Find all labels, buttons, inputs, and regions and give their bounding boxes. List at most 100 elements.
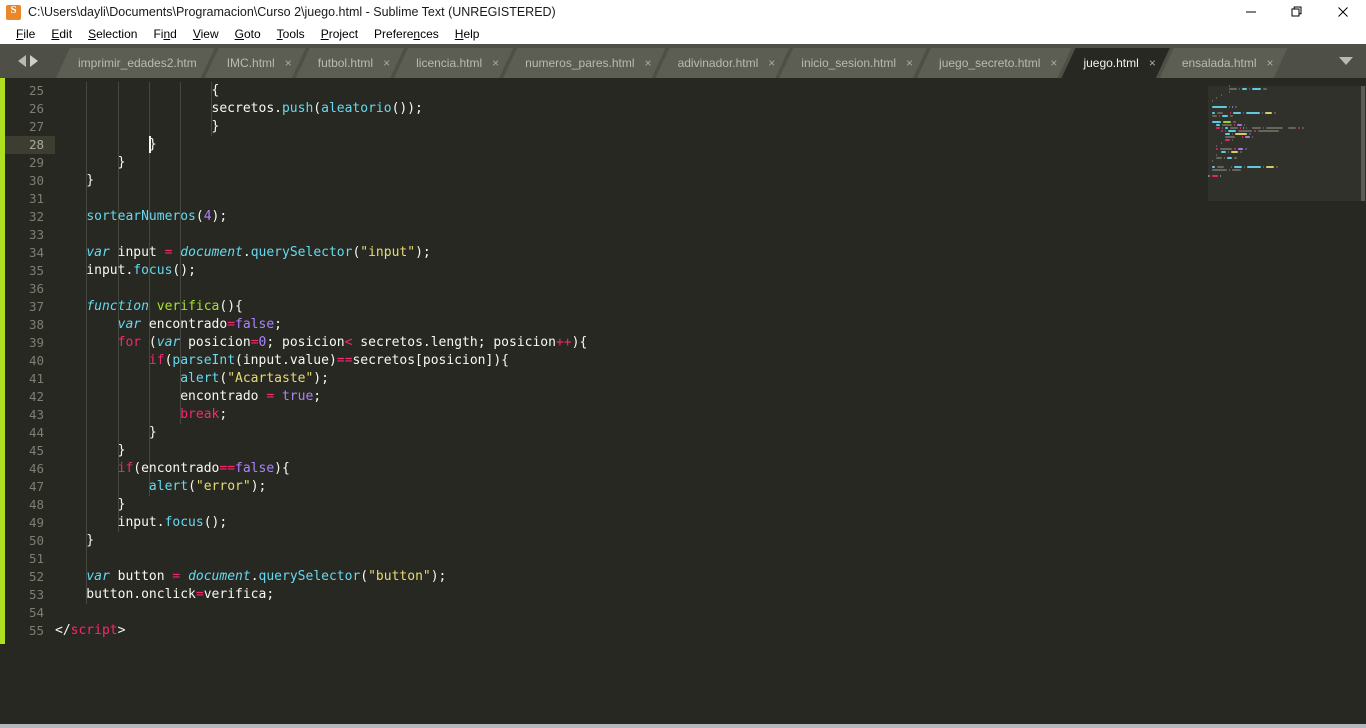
code-token: (){ bbox=[219, 299, 243, 314]
menu-item-project[interactable]: Project bbox=[313, 24, 366, 44]
minimap-token bbox=[1221, 123, 1233, 126]
menu-item-help[interactable]: Help bbox=[447, 24, 488, 44]
minimap[interactable] bbox=[1200, 78, 1366, 724]
code-line[interactable]: var encontrado=false; bbox=[55, 316, 1200, 334]
menu-item-view[interactable]: View bbox=[185, 24, 227, 44]
tab-futbol-html[interactable]: futbol.html × bbox=[296, 48, 404, 78]
code-text-area[interactable]: { secretos.push(aleatorio()); } } } } so… bbox=[55, 78, 1200, 724]
code-token: "button" bbox=[368, 569, 431, 584]
minimap-token bbox=[1220, 93, 1222, 96]
minimap-scrollbar[interactable] bbox=[1361, 86, 1365, 201]
code-line[interactable]: function verifica(){ bbox=[55, 298, 1200, 316]
minimap-token bbox=[1232, 111, 1242, 114]
code-line[interactable]: break; bbox=[55, 406, 1200, 424]
code-token: document bbox=[180, 245, 243, 260]
code-line[interactable]: input.focus(); bbox=[55, 262, 1200, 280]
code-line[interactable]: } bbox=[55, 118, 1200, 136]
code-line[interactable]: var input = document.querySelector("inpu… bbox=[55, 244, 1200, 262]
minimap-token bbox=[1261, 111, 1263, 114]
minimap-token bbox=[1227, 129, 1237, 132]
chevron-down-icon[interactable] bbox=[1339, 57, 1353, 65]
code-line[interactable]: button.onclick=verifica; bbox=[55, 586, 1200, 604]
menu-item-selection[interactable]: Selection bbox=[80, 24, 145, 44]
menu-item-goto[interactable]: Goto bbox=[227, 24, 269, 44]
minimap-token bbox=[1247, 165, 1261, 168]
sublime-text-logo-icon bbox=[6, 4, 21, 20]
tab-inicio_sesion-html[interactable]: inicio_sesion.html × bbox=[779, 48, 927, 78]
tab-imprimir_edades2-htm[interactable]: imprimir_edades2.htm bbox=[56, 48, 215, 78]
code-token: = bbox=[250, 335, 259, 350]
code-token: script bbox=[70, 623, 118, 638]
menu-item-file[interactable]: File bbox=[8, 24, 43, 44]
minimap-token bbox=[1242, 87, 1247, 90]
tab-numeros_pares-html[interactable]: numeros_pares.html × bbox=[503, 48, 665, 78]
menu-item-preferences[interactable]: Preferences bbox=[366, 24, 447, 44]
menu-item-find[interactable]: Find bbox=[145, 24, 184, 44]
code-line[interactable] bbox=[55, 226, 1200, 244]
tab-close-icon[interactable]: × bbox=[645, 57, 652, 69]
tab-licencia-html[interactable]: licencia.html × bbox=[394, 48, 513, 78]
code-line[interactable] bbox=[55, 550, 1200, 568]
minimize-button[interactable] bbox=[1228, 0, 1274, 24]
tab-adivinador-html[interactable]: adivinador.html × bbox=[656, 48, 790, 78]
minimap-token bbox=[1224, 132, 1231, 135]
code-token: ( bbox=[195, 209, 204, 224]
tab-prev-arrow-icon[interactable] bbox=[18, 55, 26, 67]
tab-ensalada-html[interactable]: ensalada.html × bbox=[1160, 48, 1288, 78]
tab-close-icon[interactable]: × bbox=[906, 57, 913, 69]
code-line[interactable]: input.focus(); bbox=[55, 514, 1200, 532]
code-line[interactable]: if(encontrado==false){ bbox=[55, 460, 1200, 478]
code-line[interactable]: if(parseInt(input.value)==secretos[posic… bbox=[55, 352, 1200, 370]
line-number: 42 bbox=[28, 389, 44, 404]
code-line[interactable]: } bbox=[55, 442, 1200, 460]
code-line[interactable]: </script> bbox=[55, 622, 1200, 640]
tab-next-arrow-icon[interactable] bbox=[30, 55, 38, 67]
maximize-button[interactable] bbox=[1274, 0, 1320, 24]
tab-close-icon[interactable]: × bbox=[383, 57, 390, 69]
line-number: 25 bbox=[28, 83, 44, 98]
menu-bar: File Edit Selection Find View Goto Tools Projec… bbox=[0, 24, 1366, 44]
tab-overflow-button[interactable] bbox=[1326, 44, 1366, 78]
code-token: ( bbox=[141, 335, 157, 350]
tab-label: inicio_sesion.html bbox=[801, 56, 897, 70]
code-line[interactable] bbox=[55, 604, 1200, 622]
code-line[interactable]: } bbox=[55, 424, 1200, 442]
code-line[interactable]: secretos.push(aleatorio()); bbox=[55, 100, 1200, 118]
tab-close-icon[interactable]: × bbox=[492, 57, 499, 69]
code-line[interactable] bbox=[55, 190, 1200, 208]
code-line[interactable]: alert("error"); bbox=[55, 478, 1200, 496]
code-line[interactable]: } bbox=[55, 136, 1200, 154]
tab-juego_secreto-html[interactable]: juego_secreto.html × bbox=[917, 48, 1071, 78]
close-button[interactable] bbox=[1320, 0, 1366, 24]
tab-close-icon[interactable]: × bbox=[1149, 57, 1156, 69]
line-number: 40 bbox=[28, 353, 44, 368]
minimap-token bbox=[1220, 129, 1223, 132]
minimap-viewport[interactable] bbox=[1208, 86, 1366, 201]
tab-close-icon[interactable]: × bbox=[285, 57, 292, 69]
code-line[interactable]: } bbox=[55, 172, 1200, 190]
code-line[interactable]: } bbox=[55, 496, 1200, 514]
code-line[interactable]: for (var posicion=0; posicion< secretos.… bbox=[55, 334, 1200, 352]
menu-item-edit[interactable]: Edit bbox=[43, 24, 80, 44]
tab-juego-html[interactable]: juego.html × bbox=[1061, 48, 1169, 78]
code-line[interactable]: alert("Acartaste"); bbox=[55, 370, 1200, 388]
code-line[interactable]: encontrado = true; bbox=[55, 388, 1200, 406]
menu-item-tools[interactable]: Tools bbox=[269, 24, 313, 44]
code-line[interactable]: sortearNumeros(4); bbox=[55, 208, 1200, 226]
code-line[interactable]: } bbox=[55, 154, 1200, 172]
tab-close-icon[interactable]: × bbox=[1267, 57, 1274, 69]
code-line[interactable] bbox=[55, 280, 1200, 298]
minimap-token bbox=[1220, 147, 1233, 150]
tab-navigation-arrows[interactable] bbox=[0, 44, 56, 78]
code-token: } bbox=[55, 173, 95, 188]
tab-IMC-html[interactable]: IMC.html × bbox=[205, 48, 306, 78]
tab-close-icon[interactable]: × bbox=[768, 57, 775, 69]
line-number: 55 bbox=[28, 623, 44, 638]
code-line[interactable]: { bbox=[55, 82, 1200, 100]
code-line[interactable]: } bbox=[55, 532, 1200, 550]
tab-close-icon[interactable]: × bbox=[1050, 57, 1057, 69]
code-line[interactable]: var button = document.querySelector("but… bbox=[55, 568, 1200, 586]
code-token: focus bbox=[133, 263, 173, 278]
